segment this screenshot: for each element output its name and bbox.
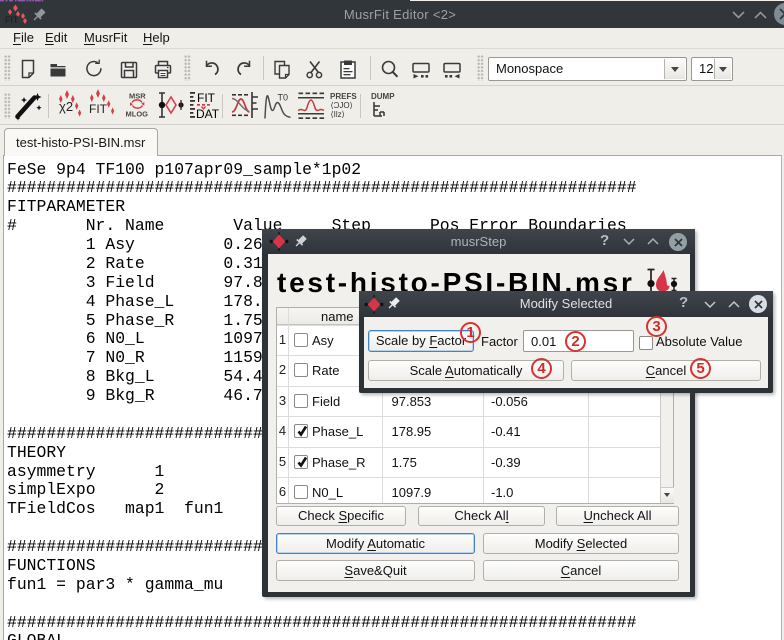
svg-text:⟨Ilz⟩: ⟨Ilz⟩ — [331, 110, 345, 119]
svg-text:MSR: MSR — [129, 92, 146, 101]
svg-text:FIT: FIT — [197, 91, 216, 105]
svg-text:MLOG: MLOG — [126, 110, 149, 119]
svg-text:DUMP: DUMP — [371, 92, 395, 101]
svg-text:⟨ƆJO⟩: ⟨ƆJO⟩ — [331, 101, 353, 110]
svg-text:T0: T0 — [278, 93, 289, 103]
svg-text:PREFS: PREFS — [330, 92, 357, 101]
svg-text:DAT: DAT — [196, 107, 220, 121]
svg-text:FIT: FIT — [89, 102, 108, 116]
svg-text:FIT: FIT — [5, 15, 19, 25]
